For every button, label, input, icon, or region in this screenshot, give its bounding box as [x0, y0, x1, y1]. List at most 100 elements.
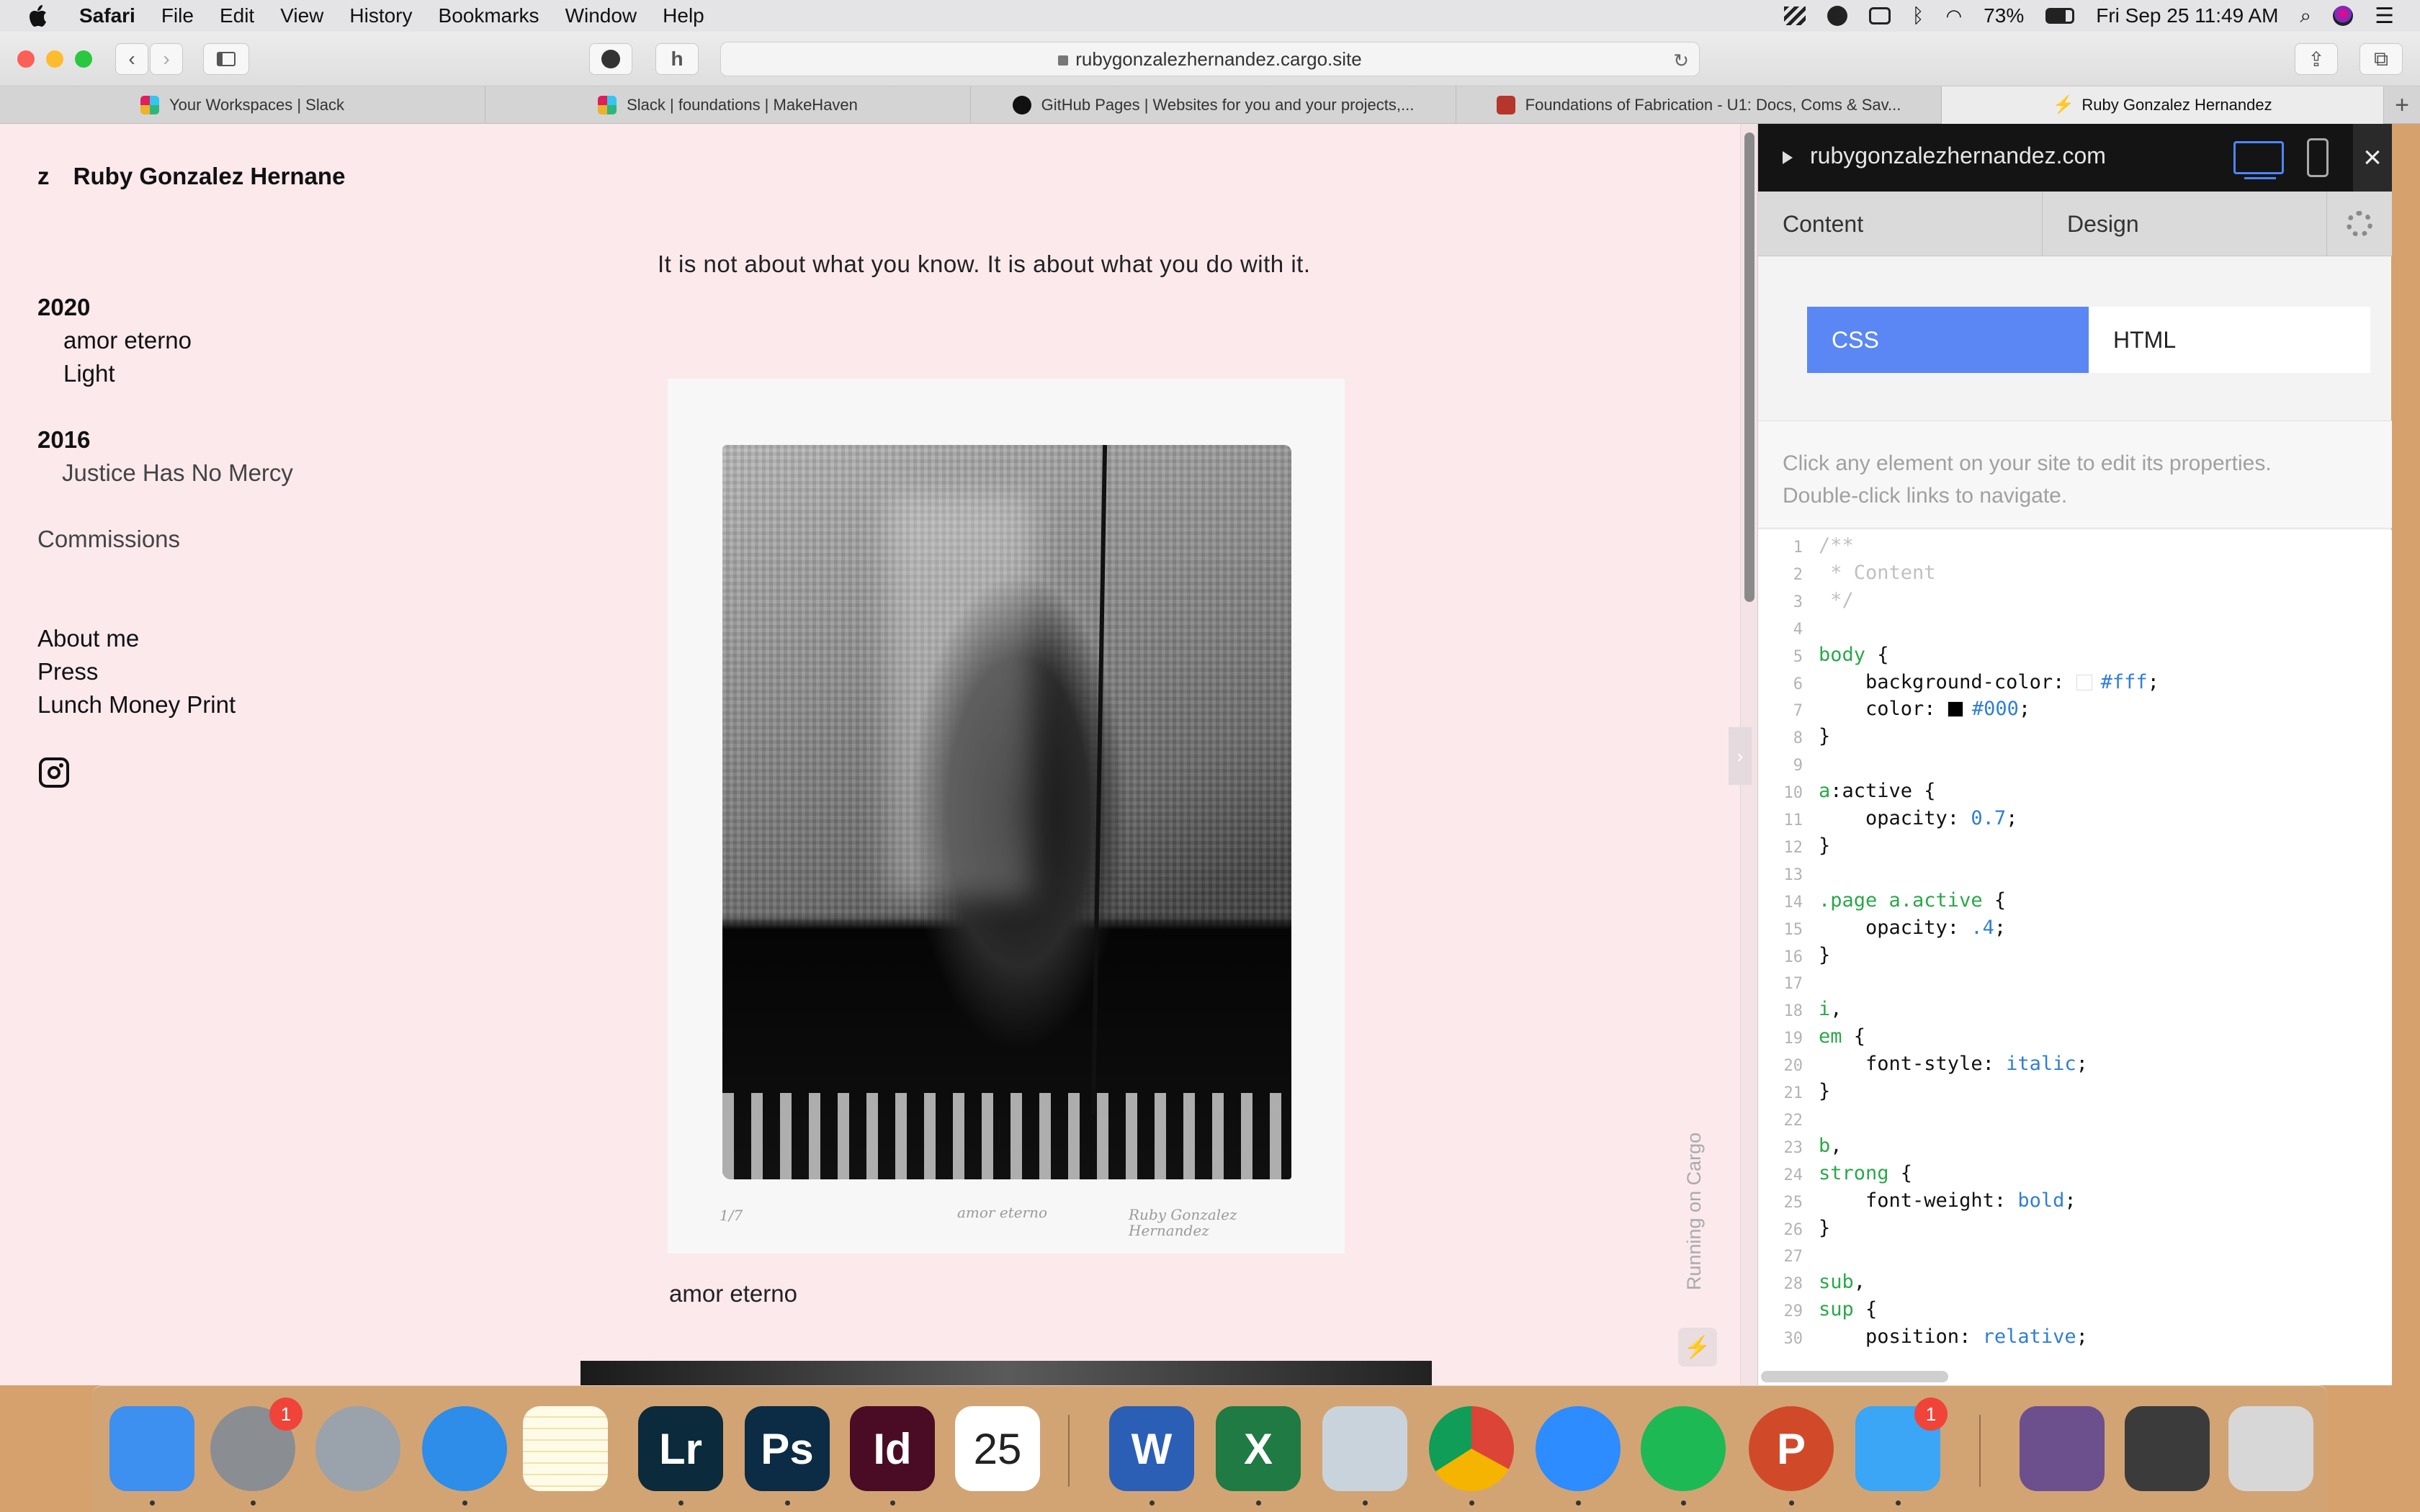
code-line[interactable]: 16} — [1758, 944, 2392, 971]
notification-center-icon[interactable]: ☰ — [2375, 4, 2394, 29]
code-line[interactable]: 26} — [1758, 1217, 2392, 1244]
grammarly-extension-icon[interactable] — [589, 43, 632, 75]
nav-link-light[interactable]: Light — [63, 360, 115, 387]
editor-collapse-handle[interactable]: › — [1729, 727, 1752, 785]
code-line[interactable]: 21} — [1758, 1080, 2392, 1107]
nav-link-commissions[interactable]: Commissions — [37, 526, 180, 553]
powerpoint-icon[interactable]: P — [1749, 1406, 1834, 1506]
color-swatch[interactable] — [1947, 701, 1963, 718]
photoshop-icon[interactable]: Ps — [745, 1406, 830, 1506]
preview-icon[interactable] — [1322, 1406, 1407, 1506]
code-line[interactable]: 9 — [1758, 752, 2392, 780]
next-artwork-image[interactable] — [581, 1361, 1432, 1385]
code-horizontal-scrollbar[interactable] — [1761, 1371, 1948, 1382]
close-editor-button[interactable]: × — [2353, 124, 2392, 192]
css-toggle-button[interactable]: CSS — [1807, 307, 2089, 373]
apple-menu-icon[interactable] — [29, 4, 48, 27]
running-on-cargo-link[interactable]: Running on Cargo — [1683, 1133, 1706, 1290]
code-line[interactable]: 19 em { — [1758, 1025, 2392, 1053]
code-line[interactable]: 17 — [1758, 971, 2392, 998]
chrome-icon[interactable] — [1429, 1406, 1514, 1506]
code-line[interactable]: 30 position: relative; — [1758, 1326, 2392, 1353]
code-line[interactable]: 29 sup { — [1758, 1298, 2392, 1326]
code-line[interactable]: 10 a:active { — [1758, 780, 2392, 807]
tab-content[interactable]: Content — [1758, 192, 2043, 256]
menu-app-name[interactable]: Safari — [79, 4, 135, 27]
zoom-icon[interactable] — [1536, 1406, 1621, 1506]
forward-button[interactable]: › — [150, 43, 183, 75]
code-line[interactable]: 25 font-weight: bold; — [1758, 1189, 2392, 1217]
mobile-view-icon[interactable] — [2307, 138, 2329, 177]
messages-icon[interactable]: 1 — [1855, 1398, 1948, 1506]
tab-github-pages[interactable]: GitHub Pages | Websites for you and your… — [971, 86, 1456, 124]
lightroom-icon[interactable]: Lr — [638, 1406, 723, 1506]
indesign-doc-icon[interactable] — [2125, 1406, 2210, 1491]
code-line[interactable]: 14 .page a.active { — [1758, 889, 2392, 917]
code-line[interactable]: 7 color: #000; — [1758, 698, 2392, 725]
code-line[interactable]: 1 /** — [1758, 534, 2392, 562]
share-button[interactable]: ⇪ — [2295, 43, 2338, 75]
nav-link-press[interactable]: Press — [37, 658, 98, 685]
menu-view[interactable]: View — [280, 4, 323, 27]
css-code-editor[interactable]: 1/** 2 * Content 3 */4 5 body {6 background-… — [1758, 530, 2392, 1385]
code-line[interactable]: 11 opacity: 0.7; — [1758, 807, 2392, 834]
address-bar[interactable]: rubygonzalezhernandez.cargo.site ↻ — [720, 42, 1700, 76]
tab-slack-foundations[interactable]: Slack | foundations | MakeHaven — [485, 86, 971, 124]
code-line[interactable]: 28 sub, — [1758, 1271, 2392, 1298]
desktop-view-icon[interactable] — [2233, 141, 2284, 179]
siri-icon[interactable] — [2333, 6, 2354, 26]
code-line[interactable]: 6 background-color: #fff; — [1758, 671, 2392, 698]
zoom-window-button[interactable] — [75, 50, 92, 68]
menu-history[interactable]: History — [349, 4, 412, 27]
dropbox-icon[interactable] — [1783, 6, 1806, 25]
color-swatch[interactable] — [2076, 674, 2092, 690]
new-tab-button[interactable]: + — [2384, 86, 2420, 124]
code-line[interactable]: 15 opacity: .4; — [1758, 917, 2392, 944]
menu-window[interactable]: Window — [565, 4, 637, 27]
calendar-icon[interactable]: 25 — [955, 1406, 1040, 1491]
system-preferences-icon[interactable]: 1 — [210, 1398, 302, 1506]
code-line[interactable]: 22 — [1758, 1107, 2392, 1135]
nav-link-justice[interactable]: Justice Has No Mercy — [62, 459, 293, 487]
safari-icon[interactable] — [422, 1406, 507, 1506]
back-button[interactable]: ‹ — [115, 43, 148, 75]
code-line[interactable]: 3 */ — [1758, 589, 2392, 616]
reload-icon[interactable]: ↻ — [1673, 50, 1689, 72]
page-scrollbar-thumb[interactable] — [1744, 132, 1754, 602]
trash-icon[interactable] — [2228, 1406, 2313, 1491]
sidebar-toggle-button[interactable] — [203, 43, 249, 75]
code-line[interactable]: 13 — [1758, 862, 2392, 889]
code-line[interactable]: 24 strong { — [1758, 1162, 2392, 1189]
nav-link-about[interactable]: About me — [37, 625, 139, 652]
code-line[interactable]: 4 — [1758, 616, 2392, 644]
code-line[interactable]: 20 font-style: italic; — [1758, 1053, 2392, 1080]
minimize-window-button[interactable] — [46, 50, 63, 68]
notes-icon[interactable] — [523, 1406, 608, 1491]
zoom-status-icon[interactable] — [1868, 7, 1891, 24]
instagram-icon[interactable] — [39, 757, 69, 788]
code-line[interactable]: 5 body { — [1758, 644, 2392, 671]
site-title[interactable]: z Ruby Gonzalez Hernane — [37, 163, 345, 190]
html-toggle-button[interactable]: HTML — [2089, 307, 2370, 373]
tab-slack-workspaces[interactable]: Your Workspaces | Slack — [0, 86, 485, 124]
expand-triangle-icon[interactable] — [1783, 151, 1793, 164]
menu-edit[interactable]: Edit — [220, 4, 254, 27]
tab-foundations-fabrication[interactable]: Foundations of Fabrication - U1: Docs, C… — [1456, 86, 1942, 124]
menu-bookmarks[interactable]: Bookmarks — [439, 4, 539, 27]
finder-icon[interactable] — [109, 1406, 194, 1506]
tab-ruby-gonzalez[interactable]: ⚡ Ruby Gonzalez Hernandez — [1942, 86, 2384, 124]
wifi-icon[interactable]: ◠ — [1945, 5, 1962, 27]
word-icon[interactable]: W — [1109, 1406, 1194, 1506]
menu-file[interactable]: File — [161, 4, 194, 27]
editor-site-link[interactable]: rubygonzalezhernandez.com — [1810, 143, 2106, 169]
code-line[interactable]: 2 * Content — [1758, 562, 2392, 589]
menu-clock[interactable]: Fri Sep 25 11:49 AM — [2096, 4, 2278, 27]
menu-help[interactable]: Help — [663, 4, 704, 27]
show-tabs-button[interactable]: ⧉ — [2360, 43, 2403, 75]
cargo-flash-button[interactable]: ⚡ — [1678, 1328, 1717, 1367]
honey-extension-icon[interactable]: h — [655, 43, 699, 75]
bluetooth-icon[interactable]: ᛒ — [1912, 4, 1924, 27]
tab-design[interactable]: Design — [2043, 192, 2327, 256]
code-line[interactable]: 23 b, — [1758, 1135, 2392, 1162]
spotlight-search-icon[interactable]: ⌕ — [2300, 4, 2311, 28]
